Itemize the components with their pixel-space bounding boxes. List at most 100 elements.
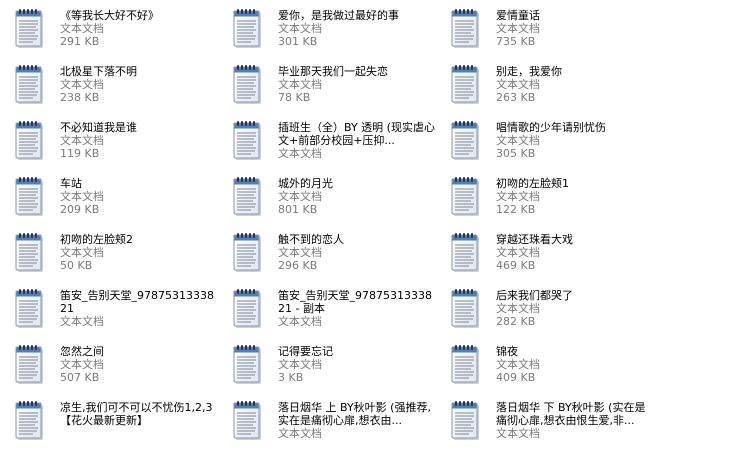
file-name: 忽然之间	[60, 345, 104, 358]
file-size: 78 KB	[278, 91, 311, 104]
file-item[interactable]: 唱情歌的少年请别忧伤 文本文档 305 KB	[438, 112, 654, 164]
file-item[interactable]: 城外的月光 文本文档 801 KB	[220, 168, 436, 220]
file-name: 不必知道我是谁	[60, 121, 137, 134]
file-size: 409 KB	[496, 371, 536, 384]
notepad-text-document-icon	[451, 400, 481, 442]
notepad-text-document-icon	[233, 288, 263, 330]
file-size: 735 KB	[496, 35, 536, 48]
notepad-text-document-icon	[15, 8, 45, 50]
file-item[interactable]: 《等我长大好不好》 文本文档 291 KB	[2, 0, 218, 52]
file-name: 唱情歌的少年请别忧伤	[496, 121, 606, 134]
notepad-text-document-icon	[451, 176, 481, 218]
file-item-text: 毕业那天我们一起失恋 文本文档 78 KB	[278, 65, 438, 104]
file-item[interactable]: 落日烟华 上 BY秋叶影 (强推荐,实在是痛彻心扉,想衣由... 文本文档	[220, 392, 436, 444]
file-item[interactable]: 初吻的左脸颊2 文本文档 50 KB	[2, 224, 218, 276]
file-item-text: 初吻的左脸颊1 文本文档 122 KB	[496, 177, 656, 216]
file-item[interactable]: 记得要忘记 文本文档 3 KB	[220, 336, 436, 388]
file-item[interactable]: 忽然之间 文本文档 507 KB	[2, 336, 218, 388]
notepad-text-document-icon	[15, 400, 45, 442]
file-size: 469 KB	[496, 259, 536, 272]
file-item-text: 落日烟华 下 BY秋叶影 (实在是痛彻心扉,想衣由恨生爱,非... 文本文档	[496, 401, 656, 440]
notepad-text-document-icon	[15, 120, 45, 162]
file-name: 车站	[60, 177, 82, 190]
file-item-text: 爱情童话 文本文档 735 KB	[496, 9, 656, 48]
file-type: 文本文档	[278, 246, 322, 259]
file-item[interactable]: 车站 文本文档 209 KB	[2, 168, 218, 220]
file-item[interactable]: 不必知道我是谁 文本文档 119 KB	[2, 112, 218, 164]
file-item-text: 北极星下落不明 文本文档 238 KB	[60, 65, 220, 104]
file-type: 文本文档	[278, 22, 322, 35]
file-item-text: 城外的月光 文本文档 801 KB	[278, 177, 438, 216]
file-name: 后来我们都哭了	[496, 289, 573, 302]
file-item[interactable]: 爱情童话 文本文档 735 KB	[438, 0, 654, 52]
notepad-text-document-icon	[233, 344, 263, 386]
file-name: 初吻的左脸颊2	[60, 233, 133, 246]
file-item[interactable]: 穿越还珠看大戏 文本文档 469 KB	[438, 224, 654, 276]
file-name: 穿越还珠看大戏	[496, 233, 573, 246]
file-item-text: 落日烟华 上 BY秋叶影 (强推荐,实在是痛彻心扉,想衣由... 文本文档	[278, 401, 438, 440]
file-item[interactable]: 落日烟华 下 BY秋叶影 (实在是痛彻心扉,想衣由恨生爱,非... 文本文档	[438, 392, 654, 444]
file-type: 文本文档	[60, 22, 104, 35]
file-size: 122 KB	[496, 203, 536, 216]
file-item[interactable]: 凉生,我们可不可以不忧伤1,2,3【花火最新更新】	[2, 392, 218, 444]
notepad-text-document-icon	[451, 288, 481, 330]
notepad-text-document-icon	[233, 400, 263, 442]
file-size: 209 KB	[60, 203, 100, 216]
file-size: 238 KB	[60, 91, 100, 104]
file-name: 笛安_告别天堂_9787531333821	[60, 289, 214, 315]
file-name: 爱你，是我做过最好的事	[278, 9, 399, 22]
file-name: 毕业那天我们一起失恋	[278, 65, 388, 78]
notepad-text-document-icon	[233, 120, 263, 162]
file-item[interactable]: 别走，我爱你 文本文档 263 KB	[438, 56, 654, 108]
file-item-text: 记得要忘记 文本文档 3 KB	[278, 345, 438, 384]
notepad-text-document-icon	[15, 64, 45, 106]
notepad-text-document-icon	[451, 64, 481, 106]
notepad-text-document-icon	[451, 344, 481, 386]
file-item[interactable]: 触不到的恋人 文本文档 296 KB	[220, 224, 436, 276]
notepad-text-document-icon	[15, 232, 45, 274]
file-item-text: 后来我们都哭了 文本文档 282 KB	[496, 289, 656, 328]
file-name: 凉生,我们可不可以不忧伤1,2,3【花火最新更新】	[60, 401, 213, 427]
file-item[interactable]: 锦夜 文本文档 409 KB	[438, 336, 654, 388]
file-item-text: 凉生,我们可不可以不忧伤1,2,3【花火最新更新】	[60, 401, 220, 427]
file-item-text: 车站 文本文档 209 KB	[60, 177, 220, 216]
notepad-text-document-icon	[451, 120, 481, 162]
file-item-text: 忽然之间 文本文档 507 KB	[60, 345, 220, 384]
file-size: 305 KB	[496, 147, 536, 160]
file-type: 文本文档	[278, 190, 322, 203]
file-type: 文本文档	[496, 302, 540, 315]
file-type: 文本文档	[60, 246, 104, 259]
file-name: 别走，我爱你	[496, 65, 562, 78]
file-name: 笛安_告别天堂_9787531333821 - 副本	[278, 289, 432, 315]
file-item-text: 唱情歌的少年请别忧伤 文本文档 305 KB	[496, 121, 656, 160]
file-item[interactable]: 北极星下落不明 文本文档 238 KB	[2, 56, 218, 108]
file-size: 296 KB	[278, 259, 318, 272]
file-size: 3 KB	[278, 371, 304, 384]
file-type: 文本文档	[278, 358, 322, 371]
file-item[interactable]: 笛安_告别天堂_9787531333821 - 副本 文本文档	[220, 280, 436, 332]
file-type: 文本文档	[496, 358, 540, 371]
file-name: 落日烟华 上 BY秋叶影 (强推荐,实在是痛彻心扉,想衣由...	[278, 401, 431, 427]
file-item[interactable]: 爱你，是我做过最好的事 文本文档 301 KB	[220, 0, 436, 52]
file-name: 锦夜	[496, 345, 518, 358]
file-type: 文本文档	[60, 358, 104, 371]
file-item[interactable]: 笛安_告别天堂_9787531333821 文本文档	[2, 280, 218, 332]
file-type: 文本文档	[496, 134, 540, 147]
file-type: 文本文档	[496, 22, 540, 35]
file-item-text: 初吻的左脸颊2 文本文档 50 KB	[60, 233, 220, 272]
file-item[interactable]: 毕业那天我们一起失恋 文本文档 78 KB	[220, 56, 436, 108]
file-item-text: 笛安_告别天堂_9787531333821 - 副本 文本文档	[278, 289, 438, 328]
file-size: 291 KB	[60, 35, 100, 48]
notepad-text-document-icon	[15, 288, 45, 330]
file-item-text: 穿越还珠看大戏 文本文档 469 KB	[496, 233, 656, 272]
file-type: 文本文档	[278, 147, 322, 160]
file-item[interactable]: 插班生（全）BY 透明 (现实虐心文+前部分校园+压抑... 文本文档	[220, 112, 436, 164]
file-size: 507 KB	[60, 371, 100, 384]
notepad-text-document-icon	[451, 232, 481, 274]
file-item[interactable]: 初吻的左脸颊1 文本文档 122 KB	[438, 168, 654, 220]
file-type: 文本文档	[496, 427, 540, 440]
file-item[interactable]: 后来我们都哭了 文本文档 282 KB	[438, 280, 654, 332]
file-type: 文本文档	[496, 78, 540, 91]
file-item-text: 插班生（全）BY 透明 (现实虐心文+前部分校园+压抑... 文本文档	[278, 121, 438, 160]
notepad-text-document-icon	[15, 176, 45, 218]
